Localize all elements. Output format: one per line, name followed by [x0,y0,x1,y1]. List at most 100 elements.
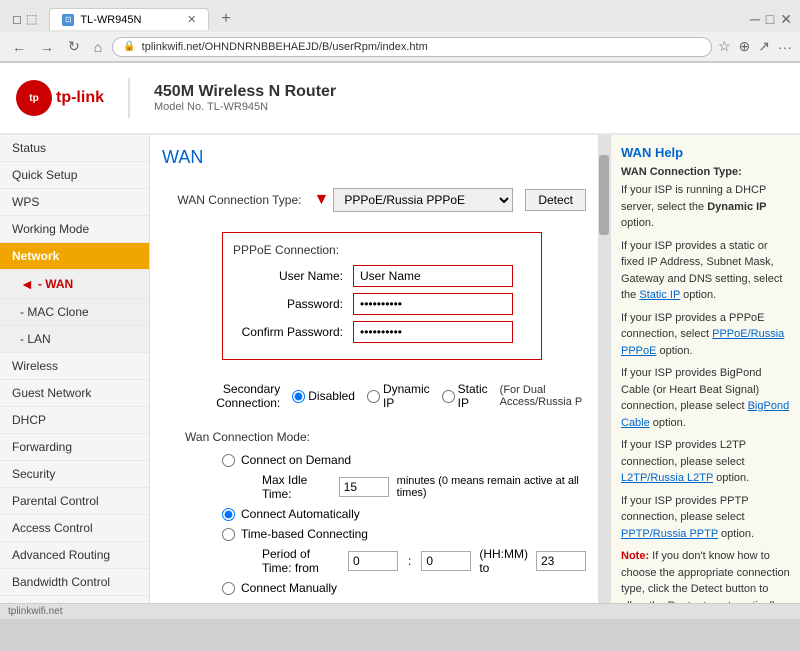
content-area: WAN WAN Connection Type: ▼ PPPoE/Russia … [150,135,598,603]
time-to-input[interactable] [536,551,586,571]
browser-tab[interactable]: ⊡ TL-WR945N ✕ [49,8,209,30]
sidebar-item-lan[interactable]: - LAN [0,326,149,353]
sidebar-item-dhcp[interactable]: DHCP [0,407,149,434]
url-box[interactable]: 🔒 tplinkwifi.net/OHNDNRNBBEHAEJD/B/userR… [112,37,712,57]
sidebar-item-mac-clone[interactable]: - MAC Clone [0,299,149,326]
sidebar-item-advanced-routing[interactable]: Advanced Routing [0,542,149,569]
sidebar-item-ip-mac-binding[interactable]: IP & MAC Binding [0,596,149,603]
connect-manual-label: Connect Manually [241,581,337,595]
period-row: Period of Time: from : (HH:MM) to [162,544,586,578]
connect-auto-label: Connect Automatically [241,507,360,521]
lock-icon: 🔒 [123,41,135,52]
wan-mode-section: Wan Connection Mode: Connect on Demand M… [162,424,586,603]
maximize-btn[interactable]: □ [766,11,774,27]
close-btn[interactable]: ✕ [780,11,792,28]
username-input[interactable] [353,265,513,287]
connect-auto-row: Connect Automatically [162,504,586,524]
time-from-input[interactable] [348,551,398,571]
pppoe-title: PPPoE Connection: [233,243,531,257]
secondary-radio-group: Disabled Dynamic IP Static IP (For Dual … [292,382,586,410]
wan-mode-label: Wan Connection Mode: [162,430,322,444]
tp-link-logo: tp tp-link [16,80,104,116]
sidebar-item-access-control[interactable]: Access Control [0,515,149,542]
secondary-disabled-option[interactable]: Disabled [292,389,355,403]
secondary-dynamic-label: Dynamic IP [383,382,430,410]
toolbar-icons: ☆ ⊕ ↗ ··· [718,38,792,55]
pppoe-section: PPPoE Connection: User Name: Password: C… [162,224,586,368]
connect-manual-row: Connect Manually [162,578,586,598]
secondary-static-label: Static IP [458,382,488,410]
sidebar-item-forwarding[interactable]: Forwarding [0,434,149,461]
sidebar: Status Quick Setup WPS Working Mode Netw… [0,135,150,603]
time-to-label: (HH:MM) to [479,547,528,575]
minimize-btn[interactable]: ─ [750,11,760,27]
window-controls: ◻ ⬚ [8,10,41,28]
password-label: Password: [233,297,353,311]
time-from2-input[interactable] [421,551,471,571]
router-model-number: Model No. TL-WR945N [154,101,336,113]
confirm-password-row: Confirm Password: [233,321,531,343]
password-input[interactable] [353,293,513,315]
time-based-option[interactable]: Time-based Connecting [222,527,368,541]
help-para4: If your ISP provides BigPond Cable (or H… [621,365,790,431]
tab-close-btn[interactable]: ✕ [187,13,196,26]
time-based-radio[interactable] [222,528,235,541]
secondary-static-option[interactable]: Static IP [442,382,488,410]
connect-manual-radio[interactable] [222,582,235,595]
secondary-dynamic-option[interactable]: Dynamic IP [367,382,430,410]
sidebar-item-security[interactable]: Security [0,461,149,488]
detect-arrow-icon: ▼ [313,191,329,209]
secondary-disabled-label: Disabled [308,389,355,403]
star-icon[interactable]: ☆ [718,38,731,55]
period-label: Period of Time: from [262,547,340,575]
connect-manual-option[interactable]: Connect Manually [222,581,337,595]
connection-type-select[interactable]: PPPoE/Russia PPPoE Dynamic IP Static IP … [333,188,513,212]
home-button[interactable]: ⌂ [90,37,106,57]
connect-on-demand-radio[interactable] [222,454,235,467]
status-bar: tplinkwifi.net [0,603,800,619]
router-model-title: 450M Wireless N Router [154,83,336,101]
confirm-password-input[interactable] [353,321,513,343]
sidebar-item-parental-control[interactable]: Parental Control [0,488,149,515]
scrollbar[interactable] [598,135,610,603]
sidebar-item-working-mode[interactable]: Working Mode [0,216,149,243]
sidebar-item-quick-setup[interactable]: Quick Setup [0,162,149,189]
bookmark-icon[interactable]: ⊕ [739,38,751,55]
scroll-thumb[interactable] [599,155,609,235]
max-idle-input1[interactable] [339,477,389,497]
max-idle-row2: Max Idle Time: minutes (0 means remain a… [162,598,586,603]
refresh-button[interactable]: ↻ [64,36,84,57]
connect-on-demand-option[interactable]: Connect on Demand [222,453,351,467]
share-icon[interactable]: ↗ [758,38,770,55]
menu-icon[interactable]: ··· [778,39,792,55]
address-bar: ← → ↻ ⌂ 🔒 tplinkwifi.net/OHNDNRNBBEHAEJD… [0,32,800,62]
sidebar-item-guest-network[interactable]: Guest Network [0,380,149,407]
detect-button[interactable]: Detect [525,189,586,211]
secondary-static-radio[interactable] [442,390,455,403]
pppoe-connection-box: PPPoE Connection: User Name: Password: C… [222,232,542,360]
help-para5: If your ISP provides L2TP connection, pl… [621,437,790,487]
connect-auto-radio[interactable] [222,508,235,521]
help-para6: If your ISP provides PPTP connection, pl… [621,493,790,543]
sidebar-item-status[interactable]: Status [0,135,149,162]
tab-title: TL-WR945N [80,14,141,26]
page-title: WAN [162,147,586,168]
secondary-disabled-radio[interactable] [292,390,305,403]
secondary-dynamic-radio[interactable] [367,390,380,403]
new-tab-button[interactable]: + [213,6,238,32]
confirm-label: Confirm Password: [233,325,353,339]
time-based-row: Time-based Connecting [162,524,586,544]
username-label: User Name: [233,269,353,283]
connect-auto-option[interactable]: Connect Automatically [222,507,360,521]
sidebar-item-wps[interactable]: WPS [0,189,149,216]
sidebar-item-wireless[interactable]: Wireless [0,353,149,380]
back-button[interactable]: ← [8,37,30,57]
main-layout: Status Quick Setup WPS Working Mode Netw… [0,135,800,603]
forward-button[interactable]: → [36,37,58,57]
wan-connection-type-row: WAN Connection Type: ▼ PPPoE/Russia PPPo… [162,180,586,220]
sidebar-item-wan[interactable]: ◄ - WAN [0,270,149,299]
header-divider [128,78,130,118]
sidebar-item-network[interactable]: Network [0,243,149,270]
max-idle-row1: Max Idle Time: minutes (0 means remain a… [162,470,586,504]
sidebar-item-bandwidth-control[interactable]: Bandwidth Control [0,569,149,596]
